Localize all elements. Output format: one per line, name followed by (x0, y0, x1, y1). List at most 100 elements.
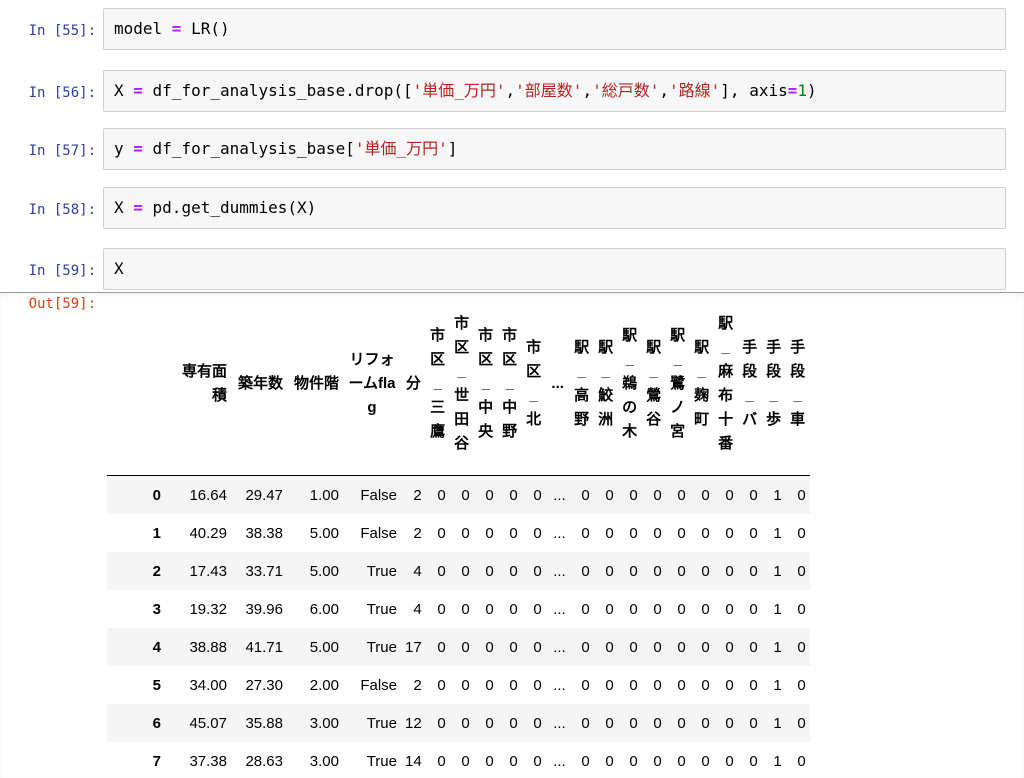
column-header: 駅_高野 (569, 293, 594, 476)
row-index: 0 (152, 486, 161, 504)
table-cell: 5.00 (309, 524, 339, 542)
table-cell: 0 (797, 676, 806, 694)
code-token: = (133, 198, 143, 217)
table-cell: 0 (749, 600, 758, 618)
table-cell: 0 (437, 752, 446, 770)
table-cell: 0 (605, 562, 614, 580)
table-cell: 0 (629, 486, 638, 504)
table-cell: 0 (701, 562, 710, 580)
code-input[interactable]: X = df_for_analysis_base.drop(['単価_万円','… (103, 70, 1006, 112)
table-cell: 0 (437, 714, 446, 732)
table-cell: 0 (605, 486, 614, 504)
table-cell: 0 (605, 524, 614, 542)
table-cell: 1 (773, 486, 782, 504)
table-cell: 19.32 (189, 600, 227, 618)
table-cell: 6.00 (309, 600, 339, 618)
column-header-label: 駅_鵜の木 (622, 327, 638, 440)
table-cell: 5.00 (309, 638, 339, 656)
code-input[interactable]: X (103, 248, 1006, 290)
table-cell: 0 (725, 752, 734, 770)
table-cell: 27.30 (245, 676, 283, 694)
table-cell: ... (553, 638, 566, 656)
table-row: 3 19.32 39.96 6.00 True 4 0 0 0 0 0... 0 0 0 0 0 0 0 0 1 0 (107, 590, 810, 628)
column-header: 手段_歩 (761, 293, 786, 476)
table-cell: 0 (653, 752, 662, 770)
code-token: '部屋数' (515, 81, 583, 100)
dataframe-table: 専有面積 築年数 物件階 リフォームflag 分市区_三鷹 市区_世田谷 市区_中央 市区_中… (107, 293, 810, 778)
table-cell: 2 (413, 486, 422, 504)
column-header: 駅_麻布十番 (713, 293, 738, 476)
column-header-label: 手段_車 (790, 339, 806, 428)
code-token: '単価_万円' (354, 139, 448, 158)
table-cell: 2 (413, 524, 422, 542)
table-cell: 0 (653, 714, 662, 732)
table-cell: 0 (581, 562, 590, 580)
table-cell: 3.00 (309, 714, 339, 732)
table-cell: 0 (485, 714, 494, 732)
code-text: model = LR() (114, 9, 230, 49)
table-cell: 0 (701, 714, 710, 732)
code-input[interactable]: y = df_for_analysis_base['単価_万円'] (103, 128, 1006, 170)
table-cell: 0 (461, 600, 470, 618)
table-cell: 37.38 (189, 752, 227, 770)
column-header: 分 (401, 293, 426, 476)
table-cell: ... (553, 752, 566, 770)
table-cell: 0 (533, 752, 542, 770)
column-header-label: 手段_歩 (766, 339, 782, 428)
code-token: , (582, 81, 593, 100)
table-cell: 0 (725, 562, 734, 580)
index-header (107, 293, 175, 476)
table-cell: 2 (413, 676, 422, 694)
code-input[interactable]: model = LR() (103, 8, 1006, 50)
code-token: df_for_analysis_base[ (142, 139, 355, 158)
code-token: '路線' (669, 81, 721, 100)
code-token: X (114, 198, 134, 217)
row-index: 1 (152, 524, 161, 542)
table-cell: 0 (581, 600, 590, 618)
column-header-label: 駅_鮫洲 (598, 339, 614, 428)
table-cell: 0 (605, 600, 614, 618)
column-header: 手段_バ (737, 293, 762, 476)
input-prompt: In [58]: (28, 202, 96, 218)
table-cell: 0 (437, 486, 446, 504)
column-header: 駅_鮫洲 (593, 293, 618, 476)
code-input[interactable]: X = pd.get_dummies(X) (103, 187, 1006, 229)
table-cell: ... (553, 524, 566, 542)
input-prompt: In [56]: (28, 85, 96, 101)
table-cell: 0 (701, 752, 710, 770)
table-cell: 0 (461, 562, 470, 580)
table-cell: 1 (773, 676, 782, 694)
table-cell: 16.64 (189, 486, 227, 504)
table-cell: ... (553, 562, 566, 580)
column-header: 物件階 (287, 293, 343, 476)
table-cell: 0 (533, 638, 542, 656)
table-cell: 2.00 (309, 676, 339, 694)
table-cell: 0 (797, 714, 806, 732)
dataframe-output[interactable]: 専有面積 築年数 物件階 リフォームflag 分市区_三鷹 市区_世田谷 市区_中央 市区_中… (107, 293, 1024, 778)
column-header-label: ... (551, 375, 564, 392)
table-cell: 0 (629, 562, 638, 580)
column-header: 駅_麹町 (689, 293, 714, 476)
row-index: 4 (152, 638, 161, 656)
table-cell: 0 (725, 524, 734, 542)
column-header-label: 専有面積 (181, 363, 227, 404)
column-header-label: 市区_北 (526, 339, 542, 428)
code-text: y = df_for_analysis_base['単価_万円'] (114, 129, 457, 169)
table-cell: 0 (485, 752, 494, 770)
table-cell: 0 (533, 486, 542, 504)
column-header: ... (545, 293, 570, 476)
column-header-label: 市区_中野 (502, 327, 518, 440)
column-header: 駅_鵜の木 (617, 293, 642, 476)
table-cell: 0 (749, 752, 758, 770)
table-cell: 0 (749, 676, 758, 694)
row-index: 5 (152, 676, 161, 694)
table-cell: 1 (773, 600, 782, 618)
input-prompt: In [55]: (28, 23, 96, 39)
table-cell: 39.96 (245, 600, 283, 618)
code-text: X = df_for_analysis_base.drop(['単価_万円','… (114, 71, 817, 111)
code-token: ) (807, 81, 817, 100)
column-header: 手段_車 (785, 293, 810, 476)
table-cell: 0 (509, 676, 518, 694)
table-cell: 0 (749, 638, 758, 656)
table-cell: 0 (485, 562, 494, 580)
